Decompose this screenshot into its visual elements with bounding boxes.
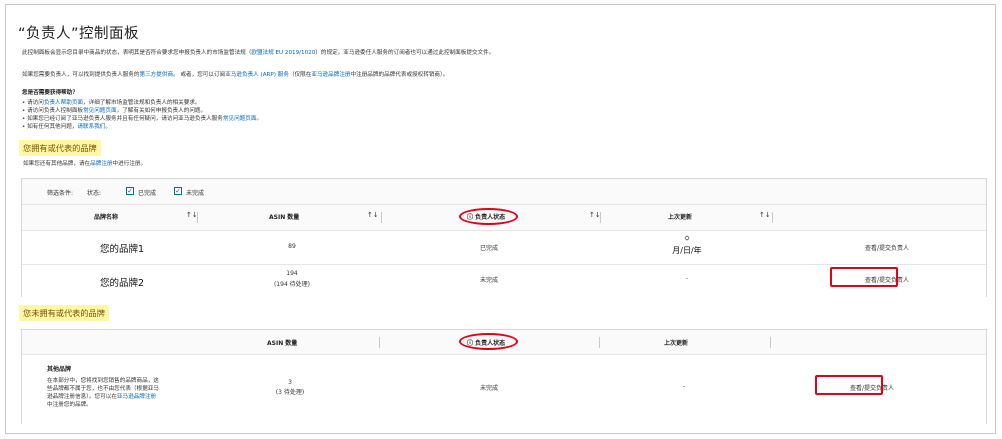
annotation-oval [459,333,518,350]
help-heading: 您是否需要获得帮助？ [22,90,78,96]
brand-name: 您的品牌2 [99,278,145,289]
column-divider [381,212,382,223]
col-last-updated: 上次更新 [664,340,689,347]
filter-label: 筛选条件: [47,190,74,197]
table-row: 您的品牌1 89 已完成 ⛭ 月/日/年 查看/提交负责人 [22,230,986,264]
filter-incomplete-label: 未完成 [186,190,205,197]
help-item: • 如有任何其他问题，请联系我们。 [22,122,111,130]
brand-registry-note-link[interactable]: 品牌注册 [90,161,112,167]
other-brands-desc: 在本部分中，您将找到您销售的品牌商品，这 [47,378,159,384]
annotation-box [830,267,898,287]
filter-incomplete-checkbox[interactable]: ✓ [174,187,182,195]
unowned-brands-heading: 您未拥有或代表的品牌 [19,305,109,321]
column-divider [770,337,771,348]
col-asin-count: ASIN 数量 [269,214,300,221]
provider-text-d: 中注册品牌的品牌代表或授权转销商）。 [350,72,449,78]
asin-count: 194 [286,270,298,277]
col-brand-name: 品牌名称 [94,214,119,221]
intro-text-a: 此控制面板会显示您目录中商品的状态，表明其是否符合要求您申报负责人的市场监管法规… [22,50,252,56]
column-divider [379,337,380,348]
other-brands-desc: 逊品牌注册信息）。您可以在亚马逊品牌注册 [47,392,156,400]
col-last-updated: 上次更新 [668,214,693,221]
provider-text: 如果您需要负责人，可以找到提供负责人服务的第三方提供商。 或者，您可以订阅亚马逊… [22,70,448,78]
asin-count: 89 [288,243,296,250]
col-asin-count: ASIN 数量 [267,340,298,347]
help-item-text: • 如有任何其他问题， [22,124,78,130]
arp-status: 未完成 [479,277,498,284]
brand-registry-link[interactable]: 亚马逊品牌注册 [117,394,156,400]
asin-pending: (194 待处理) [273,281,311,288]
asin-count: 3 [288,379,292,386]
column-divider [600,212,601,223]
owned-brands-note: 如果您还有其他品牌，请在品牌注册中进行注册。 [23,159,146,167]
contact-us-link[interactable]: 请联系我们 [77,124,105,130]
help-item-text: 。 [105,124,112,130]
unowned-header-row: ASIN 数量 ⓘ 负责人状态 上次更新 [22,330,986,354]
table-row: 您的品牌2 194 (194 待处理) 未完成 - 查看/提交负责人 [22,264,986,297]
column-divider [197,212,198,223]
brand-registry-link[interactable]: 亚马逊品牌注册 [311,72,350,78]
arp-service-link[interactable]: 亚马逊负责人 (ARP) 服务 [225,72,289,78]
owned-brands-heading: 您拥有或代表的品牌 [19,140,101,156]
help-item-text: 。 [256,116,263,122]
help-item: • 请访问负责人帮助页面，详细了解市场监管法规和负责人的相关要求。 [22,98,201,106]
brand-name: 您的品牌1 [99,244,145,255]
owned-note-a: 如果您还有其他品牌，请在 [23,161,91,167]
filter-complete-label: 已完成 [138,190,157,197]
table-row: 其他品牌 在本部分中，您将找到您销售的品牌商品，这 些品牌都不属于您，也不由您代… [22,354,986,424]
column-divider [599,337,600,348]
page-title: “负责人”控制面板 [18,26,140,42]
arp-status: 已完成 [479,245,498,252]
provider-text-a: 如果您需要负责人，可以找到提供负责人服务的 [22,72,140,78]
annotation-box [815,375,883,395]
last-updated: - [682,383,686,390]
sort-updated-icon[interactable]: ↑↓ [759,211,771,219]
other-brands-desc: 些品牌都不属于您，也不由您代表（根据亚马 [47,386,159,392]
column-divider [772,212,773,223]
status-filter-label: 状态: [87,190,102,197]
arp-status: 未完成 [479,385,498,392]
last-updated: - [685,275,689,282]
help-item: • 请访问负责人控制面板常见问题页面，了解有关如何申报负责人的问题。 [22,106,206,114]
third-party-provider-link[interactable]: 第三方提供商 [139,72,173,78]
eu-regulation-link[interactable]: 欧盟法规 EU 2019/1020 [251,50,315,56]
intro-text: 此控制面板会显示您目录中商品的状态，表明其是否符合要求您申报负责人的市场监管法规… [22,48,494,56]
owned-header-row: 品牌名称 ↑↓ ASIN 数量 ↑↓ ⓘ 负责人状态 ↑↓ 上次更新 ↑↓ [22,204,986,230]
last-updated: 月/日/年 [672,246,702,255]
other-brands-desc: 中注册您的品牌。 [47,402,92,408]
sort-asin-icon[interactable]: ↑↓ [367,211,379,219]
filter-complete-checkbox[interactable]: ✓ [126,187,134,195]
owned-note-b: 中进行注册。 [112,161,147,167]
provider-text-b: 。 或者，您可以订阅 [173,72,226,78]
document-icon: ⛭ [684,235,690,242]
asin-pending: (3 待处理) [275,389,305,396]
view-submit-arp-link[interactable]: 查看/提交负责人 [812,243,962,252]
sort-status-icon[interactable]: ↑↓ [589,211,601,219]
intro-text-b: ）的规定。亚马逊委任人服务的订阅者也可以通过此控制面板提交文件。 [315,50,495,56]
unowned-brands-table: ASIN 数量 ⓘ 负责人状态 上次更新 其他品牌 在本部分中，您将找到您销售的… [21,329,987,424]
arp-faq-link[interactable]: 常见问题页面 [223,116,257,122]
other-brands-title: 其他品牌 [47,366,72,373]
annotation-oval [459,208,518,225]
help-item: • 如果您已经订阅了亚马逊负责人服务并且有任何疑问，请访问亚马逊负责人服务常见问… [22,114,262,122]
sort-brand-icon[interactable]: ↑↓ [186,211,198,219]
owned-brands-table: 筛选条件: 状态: ✓ 已完成 ✓ 未完成 品牌名称 ↑↓ ASIN 数量 ↑↓… [21,178,987,297]
provider-text-c: （仅限在 [288,72,312,78]
